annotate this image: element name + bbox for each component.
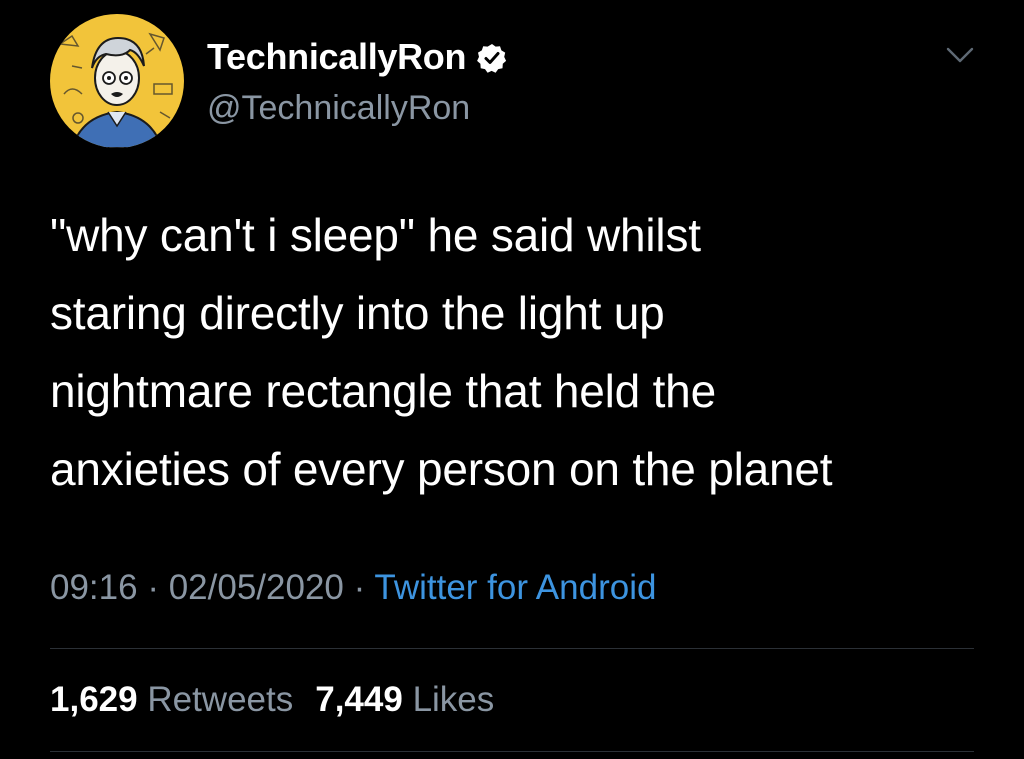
retweets-count: 1,629 bbox=[50, 680, 138, 719]
display-name[interactable]: TechnicallyRon bbox=[207, 36, 508, 78]
tweet-time[interactable]: 09:16 bbox=[50, 568, 138, 607]
display-name-text: TechnicallyRon bbox=[207, 36, 467, 77]
retweets-label: Retweets bbox=[147, 680, 294, 719]
divider bbox=[50, 751, 974, 752]
retweets-stat[interactable]: 1,629 Retweets bbox=[50, 680, 293, 719]
divider bbox=[50, 648, 974, 649]
likes-label: Likes bbox=[412, 680, 495, 719]
likes-count: 7,449 bbox=[315, 680, 403, 719]
chevron-down-icon[interactable] bbox=[944, 44, 976, 66]
avatar-illustration bbox=[50, 14, 184, 148]
tweet-text: "why can't i sleep" he said whilst stari… bbox=[50, 196, 990, 508]
tweet-meta: 09:16 · 02/05/2020 · Twitter for Android bbox=[50, 568, 656, 608]
tweet-source-link[interactable]: Twitter for Android bbox=[374, 568, 656, 607]
avatar[interactable] bbox=[50, 14, 184, 148]
tweet-line: "why can't i sleep" he said whilst bbox=[50, 209, 701, 261]
engagement-stats: 1,629 Retweets 7,449 Likes bbox=[50, 680, 494, 720]
tweet-line: staring directly into the light up bbox=[50, 287, 665, 339]
likes-stat[interactable]: 7,449 Likes bbox=[315, 680, 494, 719]
meta-separator: · bbox=[147, 568, 159, 607]
tweet-date[interactable]: 02/05/2020 bbox=[169, 568, 344, 607]
user-handle[interactable]: @TechnicallyRon bbox=[207, 89, 470, 128]
tweet-line: anxieties of every person on the planet bbox=[50, 443, 833, 495]
tweet-line: nightmare rectangle that held the bbox=[50, 365, 716, 417]
verified-badge-icon bbox=[476, 41, 508, 73]
meta-separator: · bbox=[353, 568, 366, 607]
